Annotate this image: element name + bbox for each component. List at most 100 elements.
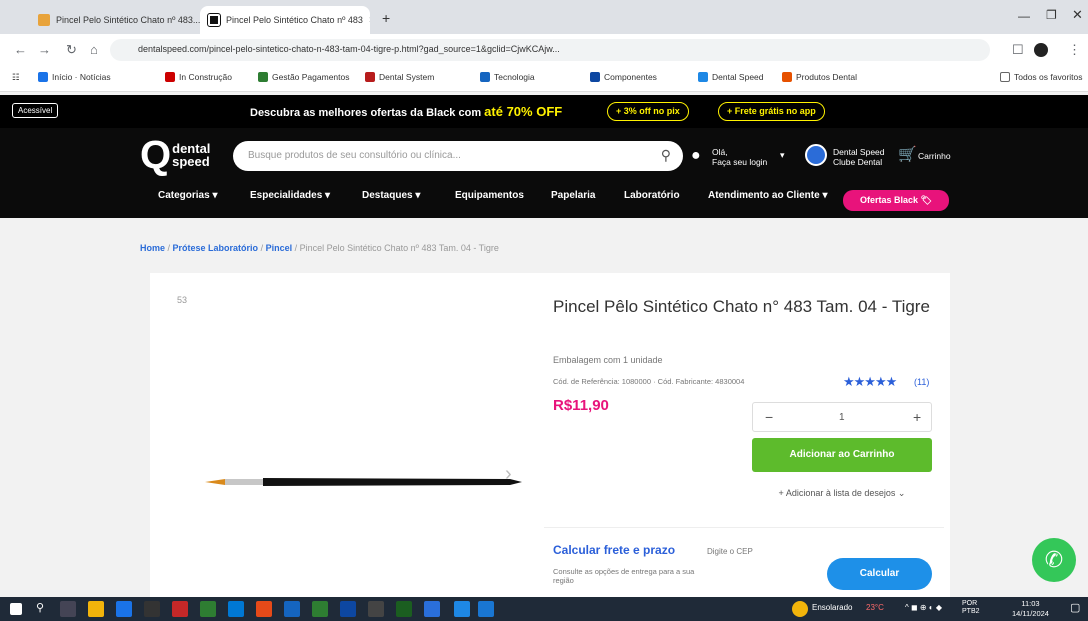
packaging-info: Embalagem com 1 unidade — [553, 355, 663, 365]
calculate-shipping-button[interactable]: Calcular — [827, 558, 932, 590]
taskbar-app-icon[interactable] — [424, 601, 440, 617]
rating-stars-icon[interactable]: ★★★★★ — [843, 374, 897, 390]
notifications-icon[interactable]: ▢ — [1070, 601, 1080, 614]
shipping-title: Calcular frete e prazo — [553, 543, 676, 557]
close-tab-icon[interactable]: × — [369, 15, 370, 26]
taskbar-app-icon[interactable] — [368, 601, 384, 617]
bookmark-item[interactable]: Dental System — [365, 72, 434, 82]
cart-label[interactable]: Carrinho — [918, 151, 951, 161]
nav-promo-button[interactable]: Ofertas Black 🏷 — [843, 190, 949, 211]
wishlist-button[interactable]: + Adicionar à lista de desejos ⌄ — [752, 480, 932, 508]
taskbar-app-icon[interactable] — [396, 601, 412, 617]
chevron-down-icon: ⌄ — [897, 488, 906, 498]
bookmark-item[interactable]: Produtos Dental — [782, 72, 857, 82]
language-indicator[interactable]: POR PTB2 — [962, 600, 990, 616]
whatsapp-icon[interactable]: ✆ — [1032, 538, 1076, 582]
product-price: R$11,90 — [553, 397, 609, 414]
forward-icon[interactable]: → — [38, 42, 51, 57]
promo-pill-pix[interactable]: + 3% off no pix — [607, 102, 689, 121]
system-tray-icons[interactable]: ^ ◼ ⊕ ◐ ◆ — [905, 603, 942, 612]
promo-text: Descubra as melhores ofertas da Black co… — [250, 104, 563, 119]
qty-minus-button[interactable]: − — [765, 409, 773, 425]
minimize-icon[interactable]: — — [1018, 9, 1030, 23]
promo-banner: Acessível Descubra as melhores ofertas d… — [0, 95, 1088, 128]
os-taskbar: ⚲ Ensolarado 23°C ^ ◼ ⊕ ◐ ◆ POR PTB2 11:… — [0, 597, 1088, 621]
search-icon[interactable]: ⚲ — [36, 601, 44, 614]
taskbar-app-icon[interactable] — [200, 601, 216, 617]
taskbar-app-icon[interactable] — [256, 601, 272, 617]
file-explorer-icon[interactable] — [88, 601, 104, 617]
browser-tab[interactable]: Pincel Pelo Sintético Chato nº 483... × — [30, 6, 200, 34]
cart-icon[interactable]: 🛒 — [898, 145, 917, 163]
cep-input[interactable]: Digite o CEP — [707, 541, 817, 587]
windows-start-icon[interactable] — [10, 603, 22, 615]
account-login[interactable]: Olá, Faça seu login — [712, 147, 767, 167]
bookmark-item[interactable]: Tecnologia — [480, 72, 535, 82]
nav-categorias[interactable]: Categorias ▾ — [158, 190, 218, 201]
next-image-chevron-icon[interactable]: › — [505, 463, 512, 486]
browser-tab-bar: Pincel Pelo Sintético Chato nº 483... × … — [0, 0, 1088, 34]
product-codes: Cód. de Referência: 1080000 · Cód. Fabri… — [553, 377, 745, 386]
menu-icon[interactable]: ⋮ — [1068, 42, 1081, 58]
profile-avatar[interactable] — [1034, 43, 1048, 57]
weather-icon[interactable] — [792, 601, 808, 617]
home-icon[interactable]: ⌂ — [90, 42, 98, 57]
taskbar-app-icon[interactable] — [284, 601, 300, 617]
bookmark-item[interactable]: In Construção — [165, 72, 232, 82]
breadcrumb-category[interactable]: Prótese Laboratório — [173, 243, 259, 253]
taskbar-app-icon[interactable] — [228, 601, 244, 617]
chevron-down-icon: ▾ — [780, 150, 785, 160]
club-badge-icon — [805, 144, 827, 166]
qty-plus-button[interactable]: + — [913, 409, 921, 425]
taskbar-app-icon[interactable] — [340, 601, 356, 617]
taskbar-app-icon[interactable] — [478, 601, 494, 617]
brush-bristles — [205, 479, 225, 485]
search-icon[interactable]: ⚲ — [661, 147, 671, 164]
taskbar-app-icon[interactable] — [116, 601, 132, 617]
nav-destaques[interactable]: Destaques ▾ — [362, 190, 420, 201]
brush-handle — [263, 478, 522, 486]
bookmark-item[interactable]: Início · Notícias — [38, 72, 111, 82]
new-tab-button[interactable]: + — [382, 10, 390, 26]
bookmark-item[interactable]: Gestão Pagamentos — [258, 72, 350, 82]
nav-papelaria[interactable]: Papelaria — [551, 190, 595, 201]
taskbar-app-icon[interactable] — [144, 601, 160, 617]
extensions-icon[interactable]: ☐ — [1012, 42, 1024, 58]
promo-highlight: até 70% OFF — [484, 104, 563, 119]
taskbar-app-icon[interactable] — [172, 601, 188, 617]
bookmark-item[interactable]: Dental Speed — [698, 72, 764, 82]
breadcrumb-subcategory[interactable]: Pincel — [266, 243, 293, 253]
nav-especialidades[interactable]: Especialidades ▾ — [250, 190, 330, 201]
breadcrumb-home[interactable]: Home — [140, 243, 165, 253]
temperature-text: 23°C — [866, 603, 884, 612]
add-to-cart-button[interactable]: Adicionar ao Carrinho — [752, 438, 932, 472]
promo-pill-app[interactable]: + Frete grátis no app — [718, 102, 825, 121]
weather-text[interactable]: Ensolarado — [812, 603, 852, 612]
rating-count[interactable]: (11) — [914, 377, 929, 387]
search-input[interactable]: Busque produtos de seu consultório ou cl… — [233, 141, 683, 171]
product-image-brush[interactable] — [190, 460, 530, 500]
tab-label: Pincel Pelo Sintético Chato nº 483... — [56, 15, 200, 25]
nav-equipamentos[interactable]: Equipamentos — [455, 190, 524, 201]
taskbar-app-icon[interactable] — [454, 601, 470, 617]
url-text: dentalspeed.com/pincel-pelo-sintetico-ch… — [138, 44, 560, 54]
club-link[interactable]: Dental Speed Clube Dental — [833, 147, 885, 167]
task-view-icon[interactable] — [60, 601, 76, 617]
site-logo[interactable]: Q dental speed — [140, 135, 210, 175]
bookmark-item[interactable]: Componentes — [590, 72, 657, 82]
user-icon[interactable]: ● — [691, 147, 701, 165]
bookmark-folder[interactable]: Todos os favoritos — [1000, 72, 1083, 82]
close-window-icon[interactable]: ✕ — [1072, 7, 1083, 23]
browser-tab-active[interactable]: Pincel Pelo Sintético Chato nº 483 × — [200, 6, 370, 34]
reload-icon[interactable]: ↻ — [66, 42, 77, 58]
taskbar-app-icon[interactable] — [312, 601, 328, 617]
nav-laboratorio[interactable]: Laboratório — [624, 190, 680, 201]
nav-atendimento[interactable]: Atendimento ao Cliente ▾ — [708, 190, 828, 201]
accessibility-button[interactable]: Acessível — [12, 103, 59, 118]
maximize-icon[interactable]: ❐ — [1046, 8, 1057, 22]
apps-icon[interactable]: ☷ — [12, 72, 20, 83]
back-icon[interactable]: ← — [14, 42, 27, 57]
address-bar[interactable]: dentalspeed.com/pincel-pelo-sintetico-ch… — [110, 39, 990, 61]
qty-value[interactable]: 1 — [839, 412, 845, 423]
clock[interactable]: 11:03 14/11/2024 — [1012, 599, 1049, 619]
